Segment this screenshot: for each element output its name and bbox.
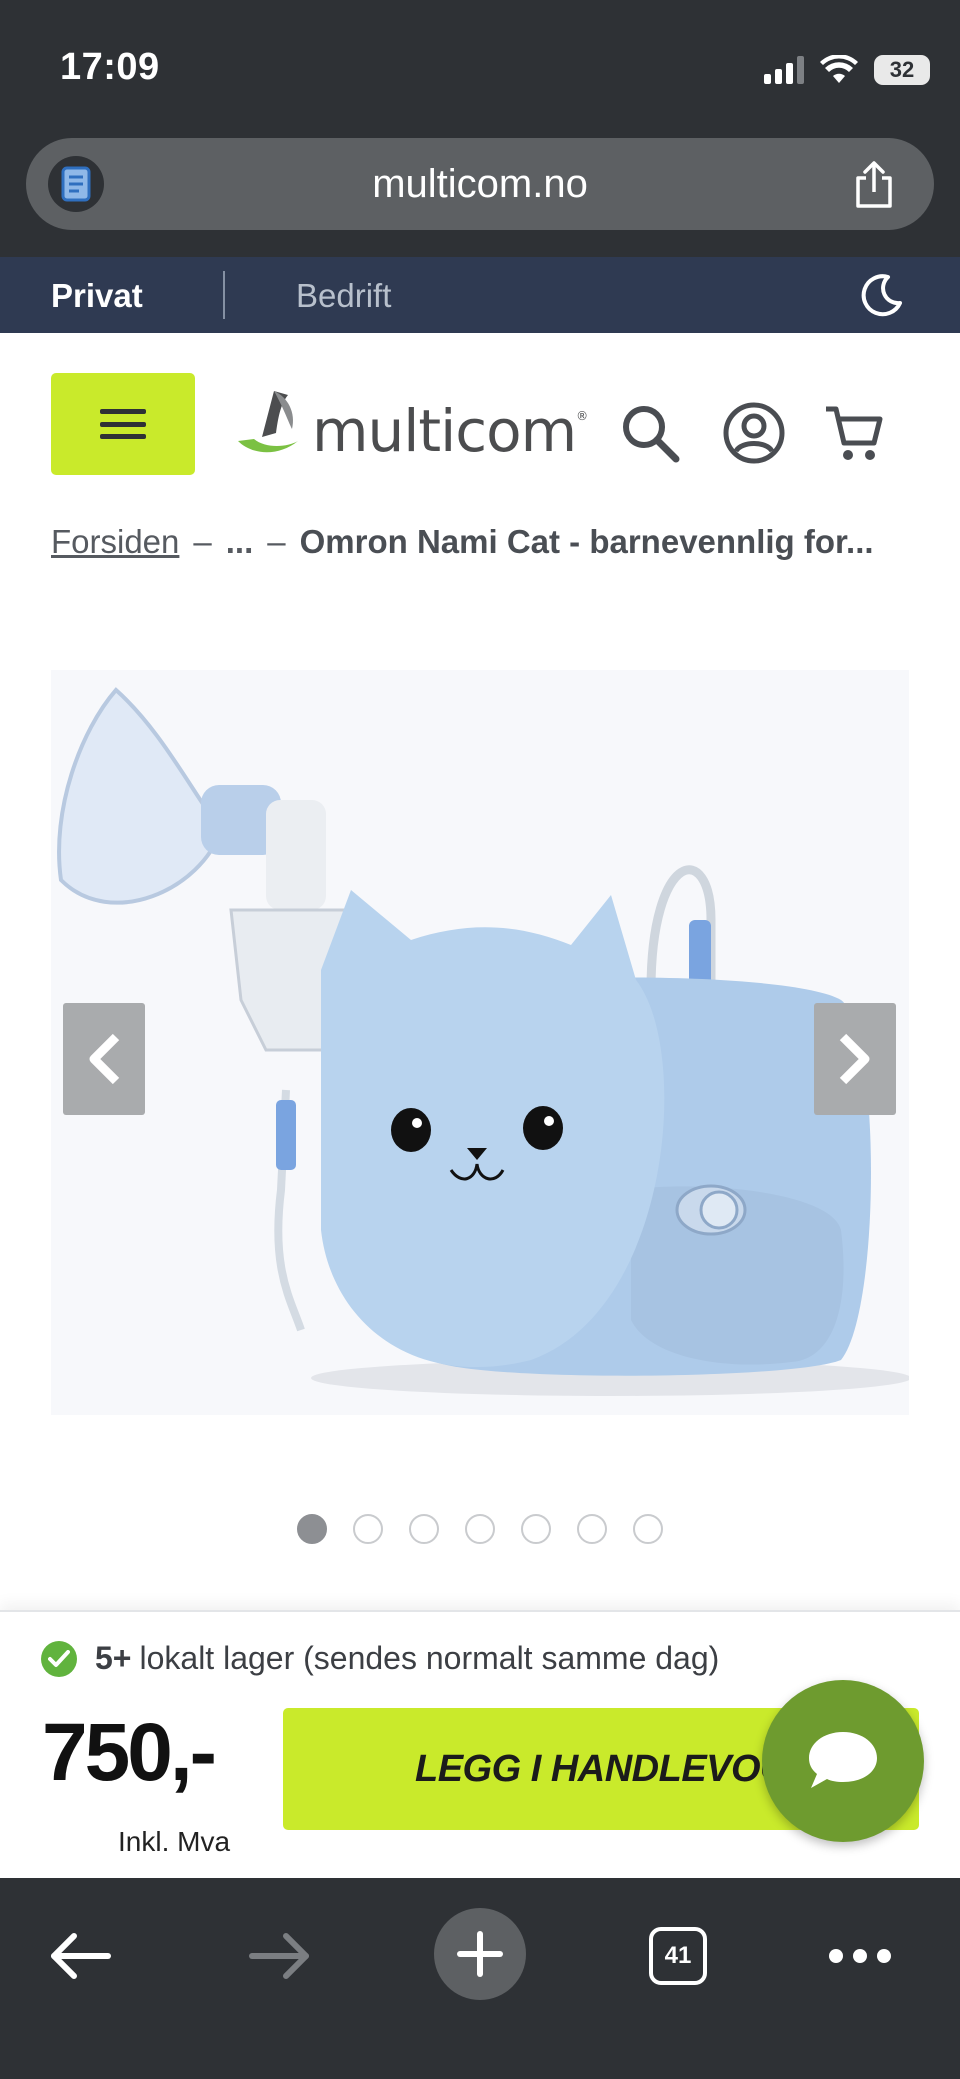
account-icon[interactable] — [722, 401, 786, 465]
new-tab-button[interactable] — [434, 1908, 526, 2000]
site-header: multicom® — [0, 333, 960, 503]
gallery-next-button[interactable] — [814, 1003, 896, 1115]
moon-icon[interactable] — [858, 271, 906, 319]
multicom-logo[interactable]: multicom® — [232, 383, 588, 473]
share-icon[interactable] — [850, 160, 898, 210]
gallery-prev-button[interactable] — [63, 1003, 145, 1115]
breadcrumb-separator: – — [267, 523, 286, 560]
cellular-signal-icon — [764, 56, 804, 84]
chevron-right-icon — [839, 1033, 870, 1085]
back-button[interactable] — [32, 1908, 128, 2004]
gallery-dot[interactable] — [353, 1514, 383, 1544]
more-dots-icon — [829, 1949, 891, 1963]
gallery-dot[interactable] — [577, 1514, 607, 1544]
more-menu-button[interactable] — [812, 1908, 908, 2004]
product-image[interactable] — [51, 670, 909, 1415]
arrow-right-icon — [249, 1933, 309, 1979]
check-circle-icon — [41, 1640, 77, 1677]
wifi-icon — [820, 55, 858, 83]
breadcrumb-current: Omron Nami Cat - barnevennlig for... — [299, 523, 874, 560]
status-bar: 17:09 32 — [0, 0, 960, 130]
logo-mark-icon — [238, 391, 298, 453]
browser-toolbar: 41 — [0, 1878, 960, 2079]
hamburger-icon — [100, 409, 146, 439]
price-vat-note: Inkl. Mva — [118, 1826, 231, 1857]
gallery-dot[interactable] — [409, 1514, 439, 1544]
chat-button[interactable] — [762, 1680, 924, 1842]
stock-text: lokalt lager (sendes normalt samme dag) — [139, 1640, 720, 1676]
segment-divider — [223, 271, 225, 319]
tabs-button[interactable]: 41 — [630, 1908, 726, 2004]
chevron-left-icon — [89, 1033, 120, 1085]
breadcrumb-separator: – — [193, 523, 212, 560]
tabs-count: 41 — [649, 1927, 707, 1985]
status-time: 17:09 — [60, 46, 160, 88]
stock-count: 5+ — [95, 1640, 132, 1676]
logo-text: multicom® — [312, 397, 588, 465]
breadcrumb: Forsiden –... – Omron Nami Cat - barnevennl… — [51, 523, 921, 561]
segment-nav: Privat Bedrift — [0, 257, 960, 333]
cart-icon[interactable] — [822, 401, 886, 465]
gallery-dot[interactable] — [465, 1514, 495, 1544]
tab-bedrift[interactable]: Bedrift — [296, 277, 391, 315]
battery-icon: 32 — [874, 55, 930, 85]
chat-bubble-icon — [809, 1732, 877, 1788]
arrow-left-icon — [51, 1933, 111, 1979]
product-price: 750,- — [42, 1707, 217, 1798]
gallery-dot[interactable] — [297, 1514, 327, 1544]
breadcrumb-home-link[interactable]: Forsiden — [51, 523, 179, 560]
status-icons: 32 — [764, 52, 930, 88]
menu-button[interactable] — [51, 373, 195, 475]
plus-icon — [457, 1931, 503, 1977]
gallery-pagination — [0, 1514, 960, 1544]
stock-status: 5+ lokalt lager (sendes normalt samme da… — [41, 1640, 719, 1677]
search-icon[interactable] — [618, 401, 682, 465]
forward-button[interactable] — [232, 1908, 328, 2004]
breadcrumb-ellipsis[interactable]: ... — [226, 523, 254, 560]
tab-privat[interactable]: Privat — [51, 277, 143, 315]
product-gallery[interactable] — [51, 670, 909, 1415]
gallery-dot[interactable] — [521, 1514, 551, 1544]
gallery-dot[interactable] — [633, 1514, 663, 1544]
address-bar[interactable]: multicom.no — [26, 138, 934, 230]
url-text[interactable]: multicom.no — [26, 162, 934, 207]
browser-address-area: multicom.no — [0, 130, 960, 257]
